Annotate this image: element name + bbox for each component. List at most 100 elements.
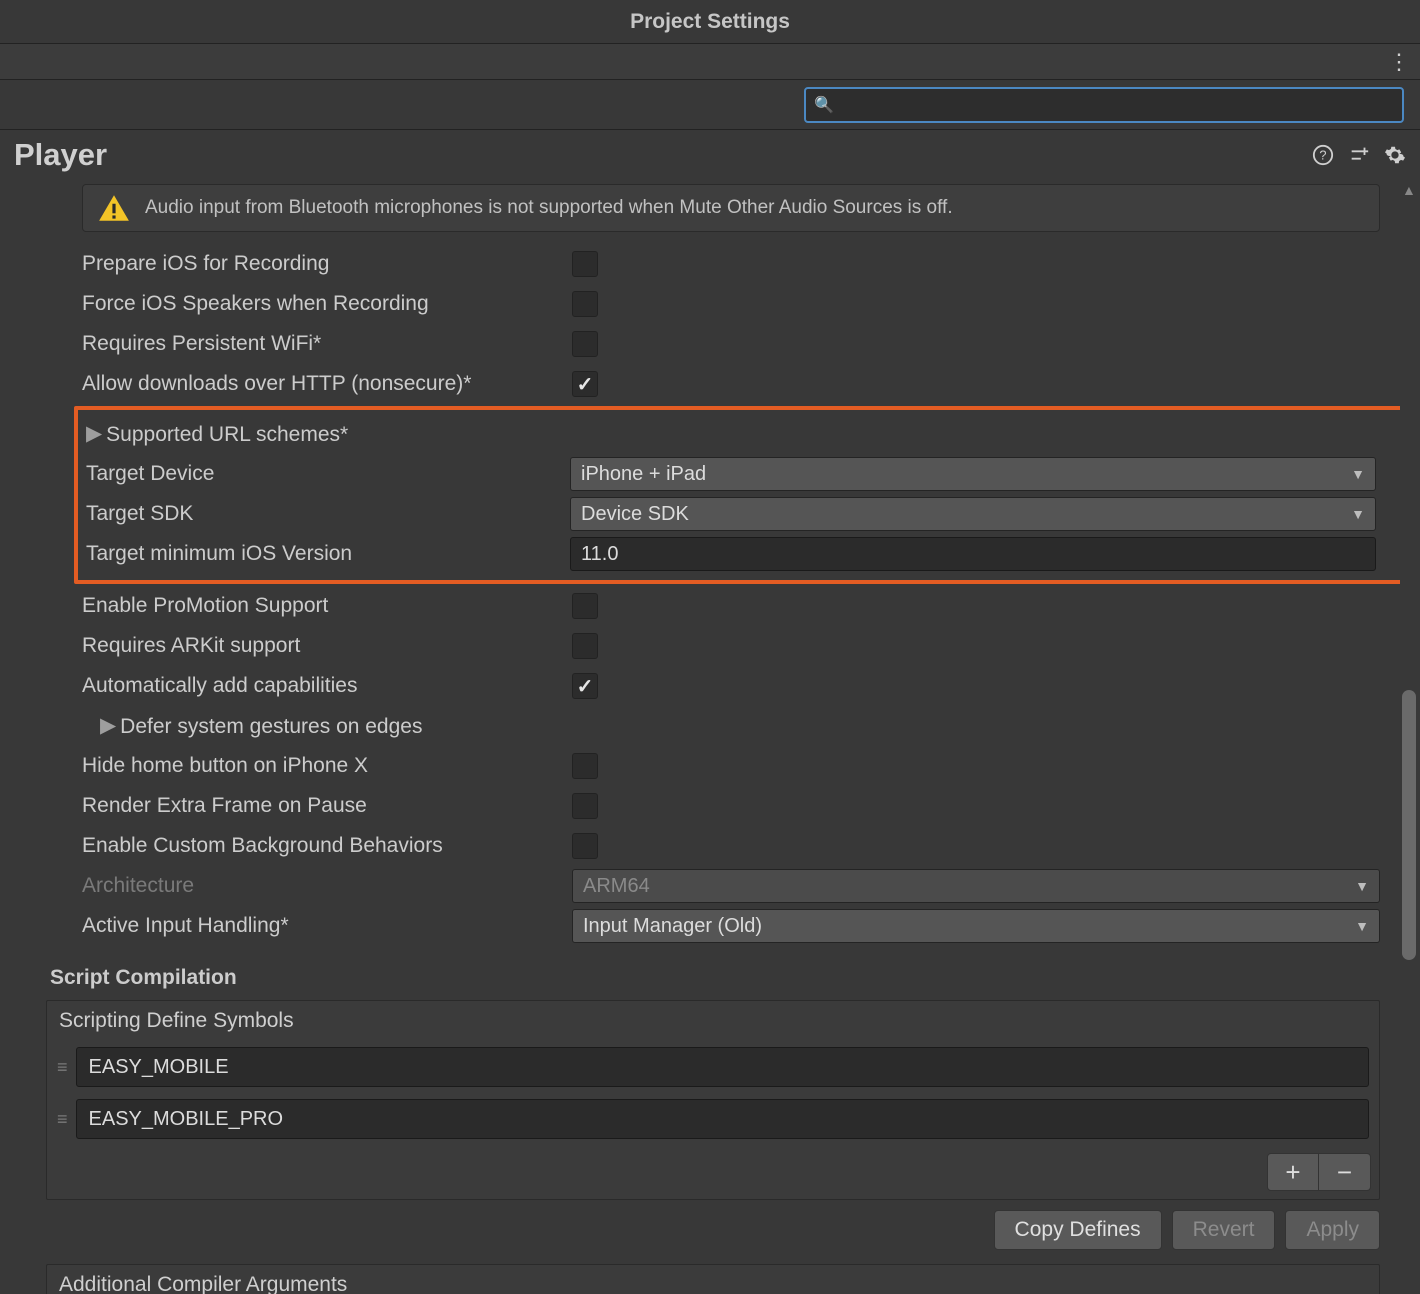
label-target-device: Target Device [86,462,570,486]
warning-icon [97,193,131,223]
dropdown-target-device-value: iPhone + iPad [581,463,706,486]
chevron-down-icon: ▼ [1355,878,1369,894]
row-hide-home: Hide home button on iPhone X [40,746,1404,786]
help-icon[interactable]: ? [1312,144,1334,166]
warning-box: Audio input from Bluetooth microphones i… [82,184,1380,232]
apply-button[interactable]: Apply [1285,1210,1380,1250]
row-defer-gestures[interactable]: ▶Defer system gestures on edges [40,706,1404,746]
label-hide-home: Hide home button on iPhone X [82,754,572,778]
dropdown-target-sdk-value: Device SDK [581,503,689,526]
row-target-min-ios: Target minimum iOS Version [78,534,1400,574]
label-auto-capabilities: Automatically add capabilities [82,674,572,698]
checkbox-custom-bg[interactable] [572,833,598,859]
window-title: Project Settings [630,10,790,34]
list-item: ≡ [47,1041,1379,1093]
label-custom-bg: Enable Custom Background Behaviors [82,834,572,858]
label-prepare-ios-recording: Prepare iOS for Recording [82,252,572,276]
drag-handle-icon[interactable]: ≡ [57,1109,66,1130]
panel-define-symbols: Scripting Define Symbols ≡ ≡ + − [46,1000,1380,1200]
titlebar: Project Settings [0,0,1420,44]
row-active-input: Active Input Handling* Input Manager (Ol… [40,906,1404,946]
label-force-ios-speakers: Force iOS Speakers when Recording [82,292,572,316]
define-symbols-actions: Copy Defines Revert Apply [40,1200,1404,1260]
gear-icon[interactable] [1384,144,1406,166]
add-button[interactable]: + [1267,1153,1319,1191]
label-allow-http: Allow downloads over HTTP (nonsecure)* [82,372,572,396]
symbol-field-1[interactable] [76,1099,1369,1139]
row-auto-capabilities: Automatically add capabilities [40,666,1404,706]
scrollbar-up-icon[interactable]: ▲ [1402,182,1416,198]
search-field-wrapper[interactable]: 🔍 [804,87,1404,123]
symbol-field-0[interactable] [76,1047,1369,1087]
panel-additional-args: Additional Compiler Arguments List is Em… [46,1264,1380,1294]
row-enable-promotion: Enable ProMotion Support [40,586,1404,626]
settings-body: ▲ Audio input from Bluetooth microphones… [0,180,1420,1294]
label-supported-url-schemes: ▶Supported URL schemes* [86,422,570,447]
section-script-compilation: Script Compilation [40,946,1404,996]
panel-title-additional-args: Additional Compiler Arguments [47,1265,1379,1294]
label-target-sdk: Target SDK [86,502,570,526]
checkbox-render-extra-frame[interactable] [572,793,598,819]
preset-icon[interactable] [1348,144,1370,166]
header-icons: ? [1312,144,1406,166]
label-active-input: Active Input Handling* [82,914,572,938]
row-requires-arkit: Requires ARKit support [40,626,1404,666]
checkbox-allow-http[interactable] [572,371,598,397]
dropdown-architecture: ARM64 ▼ [572,869,1380,903]
revert-button[interactable]: Revert [1172,1210,1276,1250]
label-enable-promotion: Enable ProMotion Support [82,594,572,618]
input-target-min-ios[interactable] [570,537,1376,571]
copy-defines-button[interactable]: Copy Defines [994,1210,1162,1250]
row-allow-http: Allow downloads over HTTP (nonsecure)* [40,364,1404,404]
search-bar: 🔍 [0,80,1420,130]
page-title: Player [14,137,107,173]
checkbox-enable-promotion[interactable] [572,593,598,619]
chevron-down-icon: ▼ [1351,466,1365,482]
row-target-device: Target Device iPhone + iPad ▼ [78,454,1400,494]
label-render-extra-frame: Render Extra Frame on Pause [82,794,572,818]
list-item: ≡ [47,1093,1379,1145]
highlighted-region: ▶Supported URL schemes* Target Device iP… [74,406,1404,584]
dropdown-target-sdk[interactable]: Device SDK ▼ [570,497,1376,531]
drag-handle-icon[interactable]: ≡ [57,1057,66,1078]
checkbox-hide-home[interactable] [572,753,598,779]
label-defer-gestures: ▶Defer system gestures on edges [100,714,572,739]
foldout-icon[interactable]: ▶ [100,713,116,738]
label-target-min-ios: Target minimum iOS Version [86,542,570,566]
panel-add-remove: + − [47,1145,1379,1199]
search-icon: 🔍 [814,95,834,115]
chevron-down-icon: ▼ [1351,506,1365,522]
dropdown-active-input-value: Input Manager (Old) [583,915,762,938]
row-target-sdk: Target SDK Device SDK ▼ [78,494,1400,534]
row-requires-wifi: Requires Persistent WiFi* [40,324,1404,364]
dropdown-active-input[interactable]: Input Manager (Old) ▼ [572,909,1380,943]
kebab-menu-icon[interactable] [1388,57,1408,67]
checkbox-requires-arkit[interactable] [572,633,598,659]
row-supported-url-schemes[interactable]: ▶Supported URL schemes* [78,414,1400,454]
label-requires-arkit: Requires ARKit support [82,634,572,658]
dropdown-architecture-value: ARM64 [583,875,650,898]
row-render-extra-frame: Render Extra Frame on Pause [40,786,1404,826]
svg-text:?: ? [1319,148,1326,163]
panel-title-define-symbols: Scripting Define Symbols [47,1001,1379,1041]
row-custom-bg: Enable Custom Background Behaviors [40,826,1404,866]
checkbox-requires-wifi[interactable] [572,331,598,357]
toolbar [0,44,1420,80]
dropdown-target-device[interactable]: iPhone + iPad ▼ [570,457,1376,491]
scrollbar[interactable]: ▲ [1400,180,1418,1294]
chevron-down-icon: ▼ [1355,918,1369,934]
label-requires-wifi: Requires Persistent WiFi* [82,332,572,356]
scrollbar-thumb[interactable] [1402,690,1416,960]
page-header: Player ? [0,130,1420,180]
remove-button[interactable]: − [1319,1153,1371,1191]
row-architecture: Architecture ARM64 ▼ [40,866,1404,906]
warning-text: Audio input from Bluetooth microphones i… [145,197,953,219]
label-architecture: Architecture [82,874,572,898]
row-force-ios-speakers: Force iOS Speakers when Recording [40,284,1404,324]
row-prepare-ios-recording: Prepare iOS for Recording [40,244,1404,284]
foldout-icon[interactable]: ▶ [86,421,102,446]
checkbox-prepare-ios-recording[interactable] [572,251,598,277]
checkbox-auto-capabilities[interactable] [572,673,598,699]
checkbox-force-ios-speakers[interactable] [572,291,598,317]
search-input[interactable] [840,94,1394,115]
